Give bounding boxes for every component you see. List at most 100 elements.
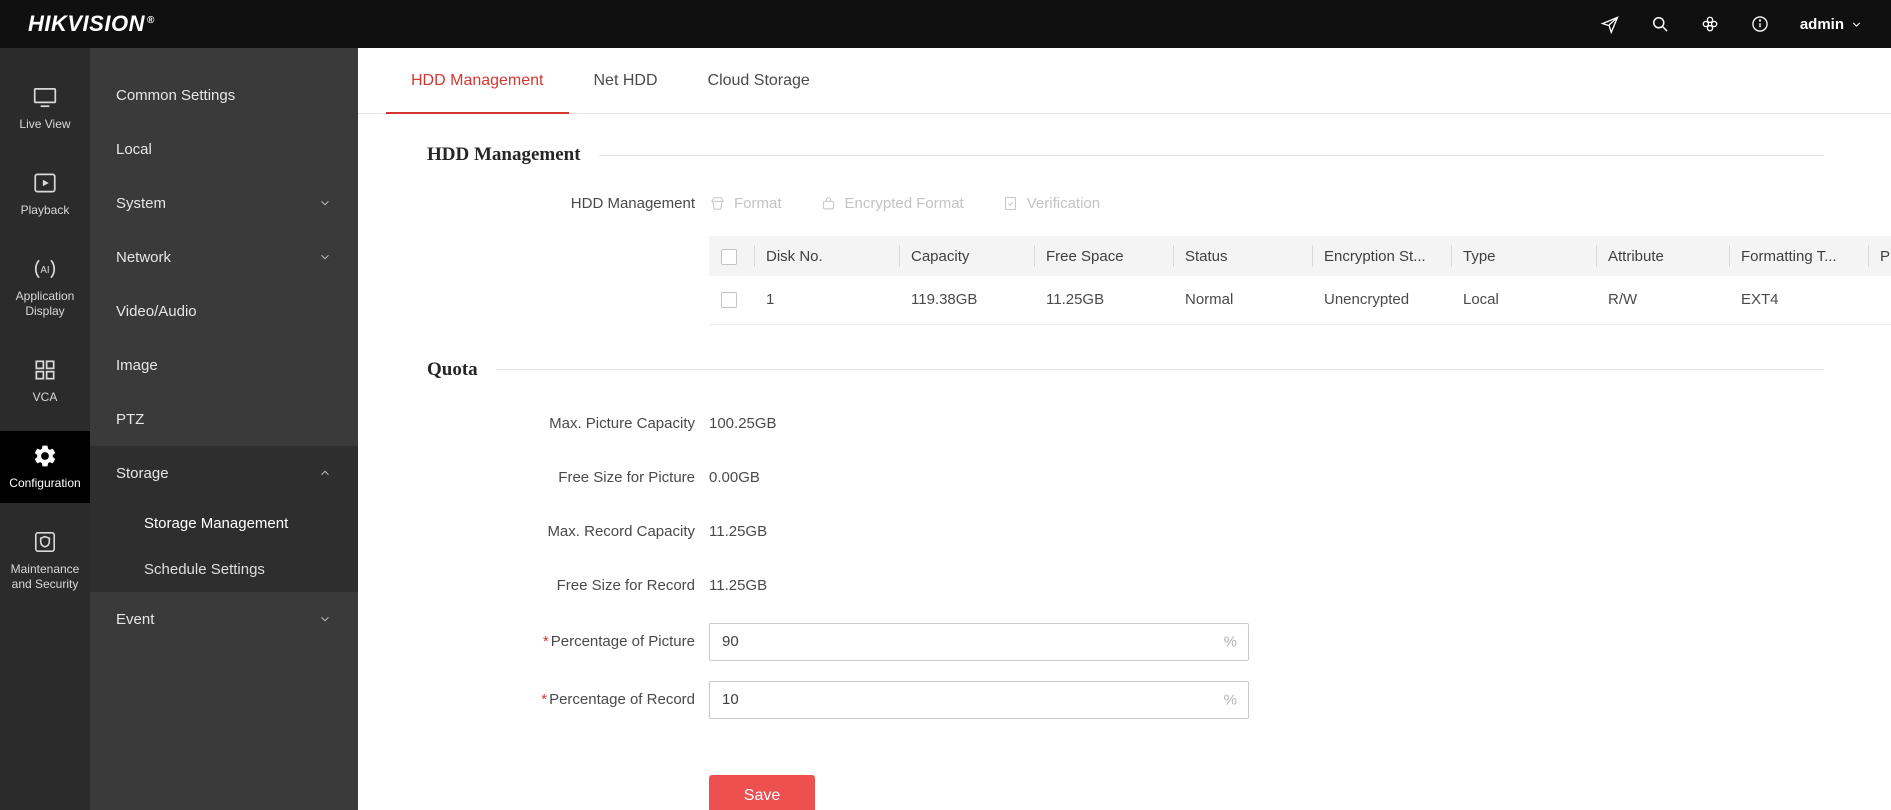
col-formatting-type: Formatting T...: [1729, 236, 1868, 276]
ai-icon: AI: [34, 259, 56, 279]
menu-item-image[interactable]: Image: [90, 338, 358, 392]
col-encryption-status: Encryption St...: [1312, 236, 1451, 276]
nav-vca[interactable]: VCA: [0, 345, 90, 417]
menu-item-ptz[interactable]: PTZ: [90, 392, 358, 446]
col-disk-no: Disk No.: [754, 236, 899, 276]
section-head: Quota: [427, 359, 1824, 381]
menu-label: Storage Management: [144, 514, 289, 532]
col-checkbox: [709, 236, 754, 276]
percentage-record-input[interactable]: [709, 680, 1249, 719]
menu-label: Schedule Settings: [144, 560, 265, 578]
table-row: 1 119.38GB 11.25GB Normal Unencrypted Lo…: [709, 276, 1891, 325]
menu-label: PTZ: [116, 410, 145, 428]
menu-item-system[interactable]: System: [90, 176, 358, 230]
top-bar-actions: admin: [1600, 14, 1863, 34]
section-head: HDD Management: [427, 144, 1824, 166]
format-icon: [710, 196, 725, 210]
section-divider: [495, 369, 1824, 370]
logo-text: HIKVISION: [28, 11, 145, 36]
max-record-capacity-value: 11.25GB: [709, 523, 768, 540]
tab-hdd-management[interactable]: HDD Management: [386, 48, 569, 114]
nav-label: VCA: [32, 390, 58, 404]
col-progress: P: [1868, 236, 1891, 276]
nav-label: Configuration: [9, 476, 81, 490]
format-button[interactable]: Format: [709, 195, 782, 212]
menu-item-video-audio[interactable]: Video/Audio: [90, 284, 358, 338]
button-label: Encrypted Format: [844, 194, 964, 212]
section-title: Quota: [427, 358, 478, 380]
chevron-up-icon: [321, 470, 329, 476]
main-nav-rail: Live View Playback AI Application Displa…: [0, 48, 90, 810]
menu-item-storage-management[interactable]: Storage Management: [90, 500, 358, 546]
max-record-capacity-label: Max. Record Capacity: [547, 523, 695, 540]
hikvision-logo: HIKVISION ®: [28, 11, 155, 37]
cell-checkbox: [709, 276, 754, 325]
nav-playback[interactable]: Playback: [0, 158, 90, 230]
menu-item-network[interactable]: Network: [90, 230, 358, 284]
hdd-table-wrap: Disk No. Capacity Free Space Status Encr…: [709, 236, 1891, 325]
percentage-picture-input[interactable]: [709, 622, 1249, 661]
user-name: admin: [1799, 15, 1844, 33]
encrypted-format-button[interactable]: Encrypted Format: [820, 195, 964, 212]
tab-net-hdd[interactable]: Net HDD: [569, 48, 683, 113]
percent-suffix: %: [1223, 691, 1237, 708]
save-button[interactable]: Save: [709, 774, 815, 810]
percentage-picture-label: * Percentage of Picture: [427, 633, 695, 650]
percentage-record-row: *Percentage of Record %: [427, 680, 1824, 719]
cell-type: Local: [1451, 276, 1596, 325]
hdd-toolbar-row: HDD Management Format Encrypted Format V…: [427, 186, 1824, 220]
playback-icon: [34, 173, 56, 193]
cell-progress: [1868, 276, 1891, 325]
send-icon[interactable]: [1600, 14, 1620, 34]
cell-attribute: R/W: [1596, 276, 1729, 325]
gear-icon: [34, 445, 56, 467]
table-header-row: Disk No. Capacity Free Space Status Encr…: [709, 236, 1891, 276]
nav-configuration[interactable]: Configuration: [0, 431, 90, 503]
free-size-picture-value: 0.00GB: [709, 469, 760, 486]
col-attribute: Attribute: [1596, 236, 1729, 276]
menu-label: Storage: [116, 464, 169, 482]
max-record-capacity-row: Max. Record Capacity 11.25GB: [427, 515, 1824, 549]
hdd-toolbar: Format Encrypted Format Verification: [709, 195, 1100, 212]
select-all-checkbox[interactable]: [721, 248, 737, 265]
section-divider: [598, 154, 1824, 156]
plugin-icon[interactable]: [1700, 14, 1720, 34]
free-size-picture-label: Free Size for Picture: [558, 469, 695, 486]
menu-item-local[interactable]: Local: [90, 122, 358, 176]
hdd-table: Disk No. Capacity Free Space Status Encr…: [709, 236, 1891, 325]
nav-label: Live View: [19, 117, 71, 131]
cell-formatting-type: EXT4: [1729, 276, 1868, 325]
menu-header-common-settings[interactable]: Common Settings: [90, 68, 358, 122]
menu-label: Network: [116, 248, 172, 266]
hdd-management-section: HDD Management HDD Management Format Enc…: [358, 114, 1891, 325]
free-size-record-row: Free Size for Record 11.25GB: [427, 569, 1824, 603]
quota-section: Quota Max. Picture Capacity 100.25GB Fre…: [358, 325, 1891, 810]
free-size-record-value: 11.25GB: [709, 577, 768, 594]
nav-live-view[interactable]: Live View: [0, 72, 90, 144]
verification-button[interactable]: Verification: [1002, 195, 1100, 212]
max-picture-capacity-label: Max. Picture Capacity: [549, 415, 695, 432]
tab-cloud-storage[interactable]: Cloud Storage: [683, 48, 835, 113]
cell-encryption-status: Unencrypted: [1312, 276, 1451, 325]
free-size-record-label: Free Size for Record: [556, 577, 695, 594]
nav-maintenance-security[interactable]: Maintenance and Security: [0, 517, 90, 604]
label-text: Percentage of Picture: [550, 633, 695, 650]
cell-disk-no: 1: [754, 276, 899, 325]
row-checkbox[interactable]: [721, 292, 737, 309]
menu-item-storage[interactable]: Storage: [90, 446, 358, 500]
menu-item-event[interactable]: Event: [90, 592, 358, 646]
info-icon[interactable]: [1750, 14, 1770, 34]
main-content: HDD Management Net HDD Cloud Storage HDD…: [358, 48, 1891, 810]
menu-label: Video/Audio: [116, 302, 197, 320]
percentage-picture-row: *Percentage of Picture %: [427, 622, 1824, 661]
required-asterisk: *: [542, 633, 549, 650]
nav-application-display[interactable]: AI Application Display: [0, 244, 90, 331]
user-menu[interactable]: admin: [1800, 16, 1863, 33]
monitor-icon: [33, 88, 57, 108]
menu-item-schedule-settings[interactable]: Schedule Settings: [90, 546, 358, 592]
col-capacity: Capacity: [899, 236, 1034, 276]
nav-label: Maintenance and Security: [10, 562, 80, 591]
percentage-record-input-wrap: %: [709, 680, 1249, 719]
nav-label: Playback: [20, 203, 70, 217]
search-icon[interactable]: [1650, 14, 1670, 34]
